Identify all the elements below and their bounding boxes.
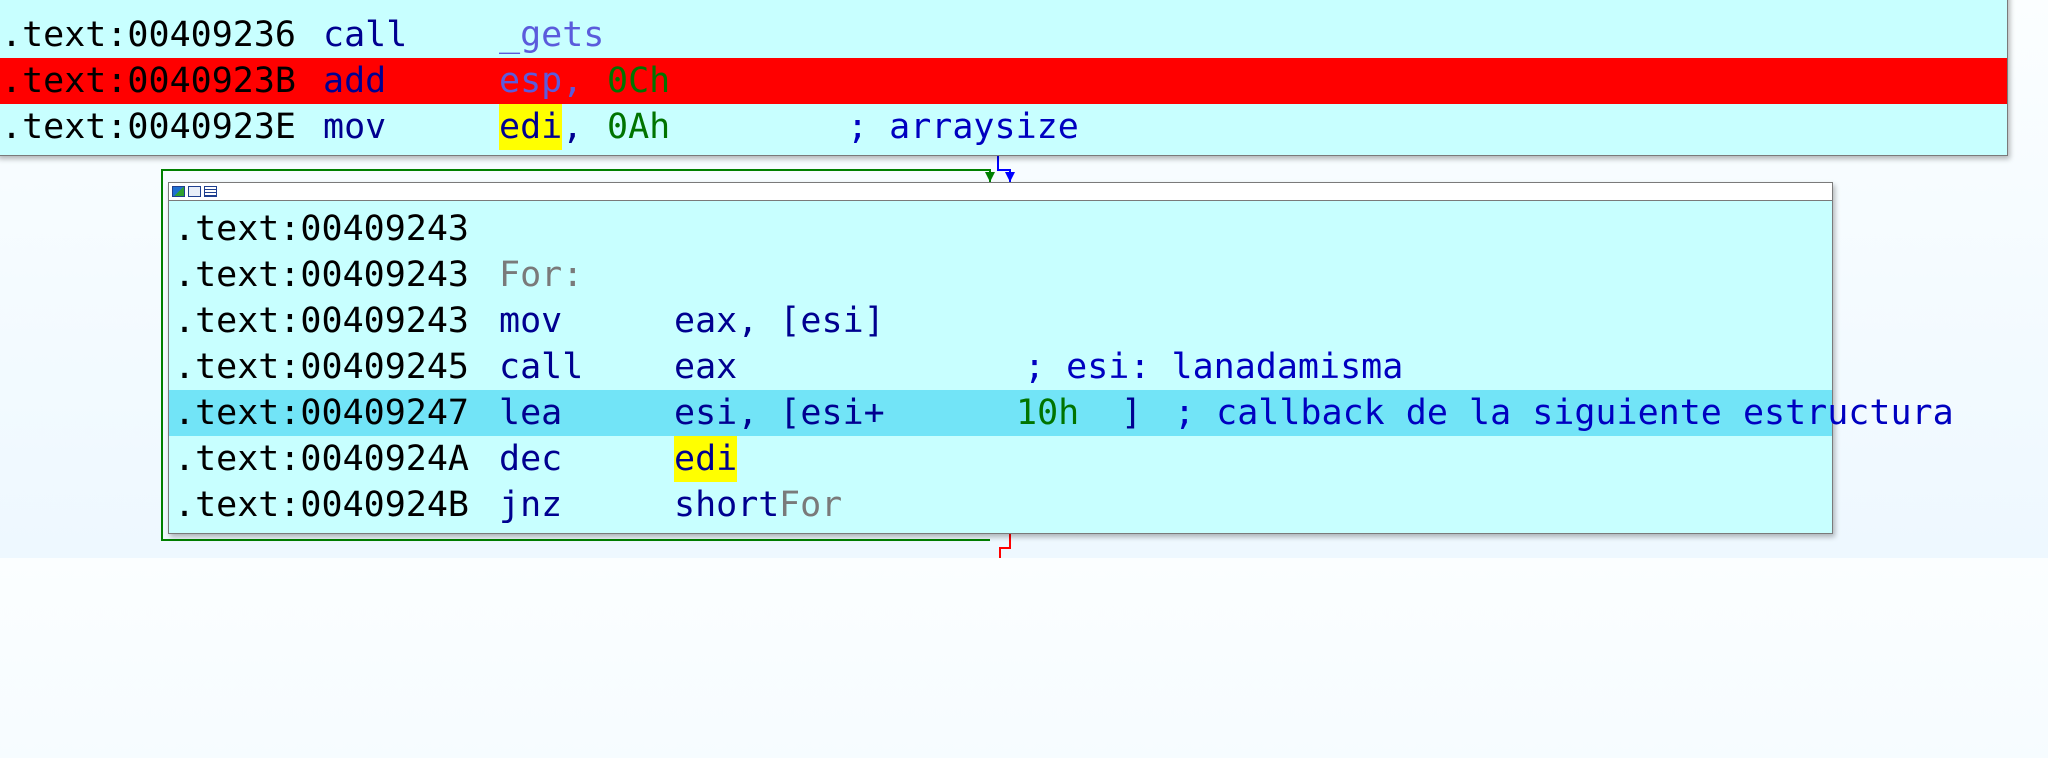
- comment: ; esi: lanadamisma: [1024, 347, 1404, 387]
- asm-line[interactable]: .text:0040924B jnz short For: [169, 482, 1832, 528]
- operand-separator: ,: [562, 107, 584, 147]
- mnemonic: jnz: [499, 485, 563, 525]
- mnemonic: call: [323, 15, 408, 55]
- operand-immediate: 0Ch: [607, 61, 671, 101]
- mnemonic: lea: [499, 393, 563, 433]
- code-label[interactable]: For:: [499, 252, 583, 298]
- operand-bracket: ]: [1121, 393, 1143, 433]
- top-code-block[interactable]: .text:00409236 call _gets .text:0040923B…: [0, 0, 2008, 156]
- edge-loop-back-arrow: [985, 172, 995, 182]
- node-titlebar[interactable]: [169, 183, 1832, 201]
- operand-immediate: 0Ah: [607, 107, 671, 147]
- mnemonic: dec: [499, 439, 563, 479]
- address: .text:00409243: [174, 209, 470, 249]
- mnemonic: call: [499, 347, 584, 387]
- address: .text:00409236: [1, 15, 297, 55]
- mnemonic: add: [323, 61, 387, 101]
- operand: _gets: [499, 15, 605, 55]
- node-color-icon[interactable]: [172, 186, 185, 197]
- asm-line[interactable]: .text:0040923E mov edi , 0Ah ; arraysize: [0, 104, 2007, 150]
- node-list-icon[interactable]: [204, 186, 217, 197]
- address: .text:00409247: [174, 393, 470, 433]
- asm-line[interactable]: .text:00409243: [169, 206, 1832, 252]
- asm-line[interactable]: .text:0040924A dec edi: [169, 436, 1832, 482]
- operand-immediate: 10h: [1016, 393, 1080, 433]
- address: .text:00409243: [174, 301, 470, 341]
- mnemonic: mov: [499, 301, 563, 341]
- asm-line-current[interactable]: .text:00409247 lea esi, [esi+ 10h ] ; ca…: [169, 390, 1954, 436]
- mnemonic: mov: [323, 107, 387, 147]
- address: .text:0040923B: [1, 61, 297, 101]
- asm-line[interactable]: .text:00409245 call eax ; esi: lanadamis…: [169, 344, 1832, 390]
- operands: eax: [674, 347, 738, 387]
- address: .text:0040923E: [1, 107, 297, 147]
- address: .text:0040924A: [174, 439, 470, 479]
- jump-target-label[interactable]: For: [779, 482, 842, 528]
- loop-code-block[interactable]: .text:00409243 .text:00409243 For: .text…: [168, 182, 1954, 534]
- register-highlighted[interactable]: edi: [674, 436, 738, 482]
- asm-line[interactable]: .text:00409243 mov eax, [esi]: [169, 298, 1832, 344]
- node-rename-icon[interactable]: [188, 186, 201, 197]
- address: .text:00409245: [174, 347, 470, 387]
- edge-exit: [999, 532, 1011, 558]
- edge-fallthrough-arrow: [1005, 172, 1015, 182]
- operands: eax, [esi]: [674, 301, 885, 341]
- operands: esi, [esi+: [674, 393, 885, 433]
- comment: ; arraysize: [847, 107, 1079, 147]
- asm-line-label[interactable]: .text:00409243 For:: [169, 252, 1832, 298]
- register-highlighted[interactable]: edi: [499, 104, 563, 150]
- address: .text:00409243: [174, 255, 470, 295]
- comment: ; callback de la siguiente estructura: [1174, 393, 1954, 433]
- asm-line[interactable]: .text:00409236 call _gets: [0, 12, 2007, 58]
- operand-separator: ,: [562, 61, 584, 101]
- address: .text:0040924B: [174, 485, 470, 525]
- asm-line-breakpoint[interactable]: .text:0040923B add esp , 0Ch: [0, 58, 2007, 104]
- operand: esp: [499, 61, 563, 101]
